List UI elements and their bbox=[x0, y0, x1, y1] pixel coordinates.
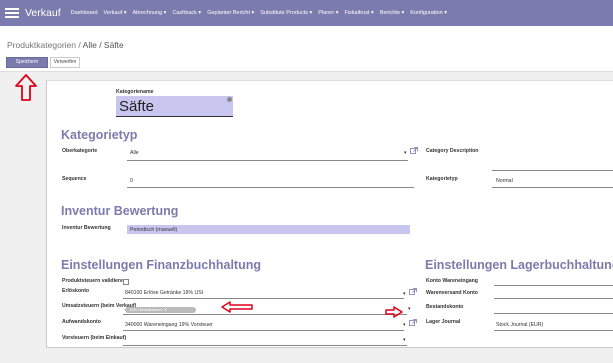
left-arrow-annotation bbox=[221, 301, 253, 313]
up-arrow-annotation bbox=[15, 74, 37, 101]
annotation-arrows bbox=[15, 74, 403, 318]
right-arrow-annotation bbox=[385, 306, 403, 318]
page-bottom-area bbox=[0, 348, 613, 363]
